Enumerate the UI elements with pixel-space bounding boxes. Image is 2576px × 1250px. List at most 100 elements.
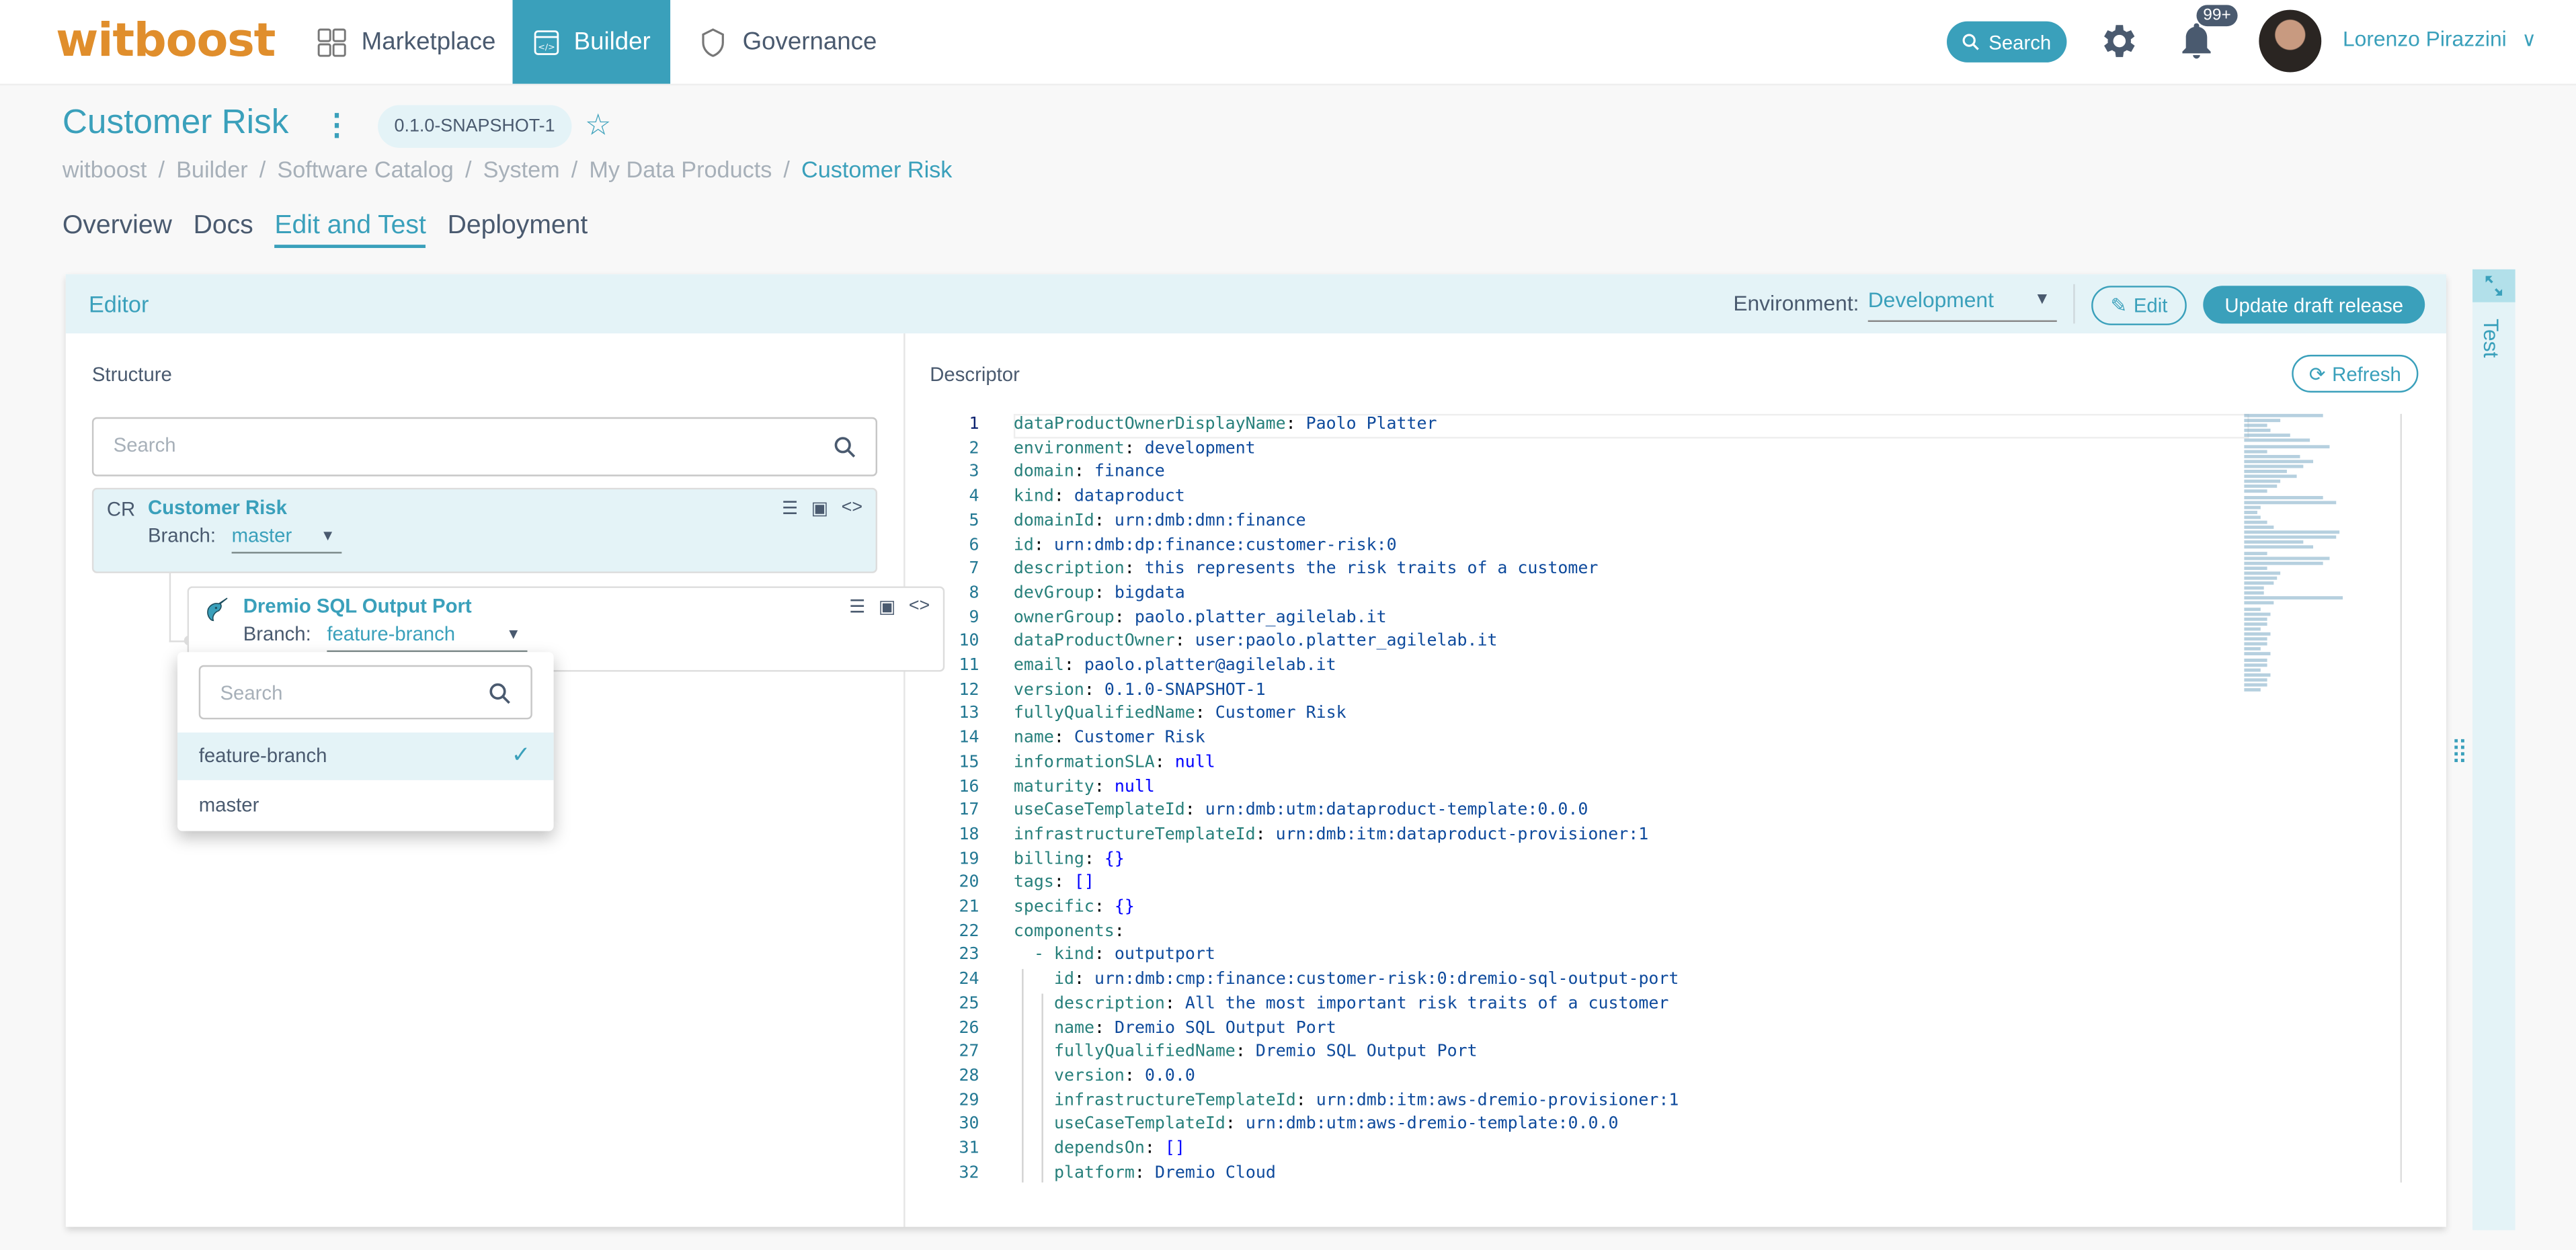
breadcrumb-item[interactable]: Software Catalog [277,156,453,182]
witboost-logo[interactable]: witboost [56,13,276,68]
code-text: name: Customer Risk [1014,729,1205,747]
yaml-key: useCaseTemplateId [1013,802,1185,820]
code-text: id: urn:dmb:cmp:finance:customer-risk:0:… [1054,971,1679,989]
test-side-panel[interactable]: Test [2472,269,2515,1231]
branch-search-input[interactable] [216,679,470,706]
page-tabs: Overview Docs Edit and Test Deployment [63,212,588,249]
yaml-value: outputport [1114,946,1215,965]
code-line: 8 devGroup: bigdata [930,585,2244,609]
focus-icon[interactable]: ▣ [879,596,895,618]
user-avatar[interactable] [2259,9,2322,73]
update-draft-release-button[interactable]: Update draft release [2203,286,2425,324]
breadcrumb-item[interactable]: System [483,156,560,182]
line-number: 10 [959,632,979,651]
dropdown-arrow-icon: ▼ [2034,290,2050,309]
bell-icon[interactable] [2175,19,2218,65]
yaml-value: null [1114,778,1155,796]
tab-overview[interactable]: Overview [63,212,172,248]
more-options-icon[interactable]: ⋮ [322,108,352,142]
drag-handle-icon[interactable] [2454,739,2468,765]
yaml-key: dependsOn [1053,1140,1145,1158]
code-minimap[interactable] [2244,413,2376,693]
code-text: version: 0.1.0-SNAPSHOT-1 [1014,681,1266,699]
line-number: 26 [959,1019,979,1038]
environment-select[interactable]: Development ▼ [1867,287,2057,323]
tab-edit-and-test[interactable]: Edit and Test [274,212,426,249]
yaml-key: description [1013,560,1125,579]
code-line: 13 fullyQualifiedName: Customer Risk [930,705,2244,729]
tab-deployment[interactable]: Deployment [448,212,588,248]
line-number: 9 [969,608,979,627]
structure-search[interactable] [91,417,878,476]
yaml-colon: : [1124,560,1145,579]
branch-option-master[interactable]: master [177,782,554,829]
node-name[interactable]: Dremio SQL Output Port [243,595,472,618]
line-number: 5 [969,512,979,530]
breadcrumb-item[interactable]: witboost [63,156,147,182]
yaml-colon: : [1053,488,1074,506]
dropdown-arrow-icon: ▼ [506,626,521,642]
yaml-colon: : [1285,415,1306,434]
dremio-icon [207,597,228,622]
yaml-colon: : [1063,657,1084,675]
breadcrumb-separator: / [259,156,266,183]
branch-option-feature-branch[interactable]: feature-branch ✓ [177,732,554,780]
node-name[interactable]: Customer Risk [148,496,287,519]
user-name[interactable]: Lorenzo Pirazzini [2343,26,2507,51]
node-abbreviation: CR [106,497,136,521]
list-icon[interactable]: ☰ [849,596,865,618]
nav-governance[interactable]: Governance [677,0,897,84]
tree-node-root[interactable]: CR Customer Risk Branch: master ▼ ☰ ▣ <> [91,487,878,573]
yaml-colon: : [1053,729,1074,748]
star-icon[interactable]: ☆ [585,108,611,142]
yaml-key: components [1013,922,1115,941]
code-editor[interactable]: 1 dataProductOwnerDisplayName: Paolo Plat… [930,413,2417,1183]
code-icon[interactable]: <> [909,596,930,618]
code-line: 24 id: urn:dmb:cmp:finance:customer-risk:… [930,971,2244,995]
breadcrumb-item[interactable]: My Data Products [589,156,772,182]
code-icon[interactable]: <> [842,498,862,519]
yaml-value: paolo.platter_agilelab.it [1134,608,1387,627]
branch-search[interactable] [198,665,532,720]
expand-icon[interactable] [2472,269,2515,302]
line-number: 17 [959,802,979,820]
breadcrumb-item[interactable]: Builder [176,156,248,182]
code-line: 15 informationSLA: null [930,753,2244,778]
gear-icon[interactable] [2096,19,2139,62]
structure-search-input[interactable] [110,431,807,458]
branch-select[interactable]: feature-branch ▼ [327,622,528,653]
yaml-colon: : [1094,1019,1115,1038]
edit-button[interactable]: ✎ Edit [2091,286,2187,325]
environment-value: Development [1867,287,1994,312]
minimap-line [2244,688,2261,692]
code-line: 5 domainId: urn:dmb:dmn:finance [930,512,2244,536]
tab-docs[interactable]: Docs [194,212,253,248]
line-number: 6 [969,536,979,554]
yaml-value: urn:dmb:utm:aws-dremio-template:0.0.0 [1245,1116,1619,1134]
yaml-colon: : [1124,440,1145,458]
minimap-line [2244,464,2304,468]
minimap-line [2244,622,2267,626]
global-search-button[interactable]: Search [1947,21,2067,62]
editor-scrollbar[interactable] [2400,413,2402,1183]
yaml-value: Dremio SQL Output Port [1255,1043,1478,1062]
nav-builder[interactable]: </> Builder [512,0,671,84]
yaml-colon: : [1124,1067,1145,1086]
line-number: 29 [959,1091,979,1110]
top-bar: witboost Marketplace </> Builder Governa… [0,0,2576,86]
list-icon[interactable]: ☰ [782,498,798,519]
minimap-line [2244,434,2290,438]
yaml-colon: : [1074,970,1095,989]
minimap-line [2244,490,2267,494]
chevron-down-icon[interactable]: ∨ [2522,28,2536,51]
yaml-colon: : [1225,1116,1246,1134]
yaml-key: - kind [1033,946,1094,965]
focus-icon[interactable]: ▣ [811,498,828,519]
line-number: 28 [959,1067,979,1086]
nav-marketplace[interactable]: Marketplace [296,0,516,84]
branch-select[interactable]: master ▼ [231,524,342,554]
refresh-button[interactable]: ⟳ Refresh [2292,354,2419,393]
minimap-line [2244,480,2281,484]
yaml-key: dataProductOwner [1013,632,1175,651]
code-text: fullyQualifiedName: Dremio SQL Output Po… [1054,1043,1478,1061]
